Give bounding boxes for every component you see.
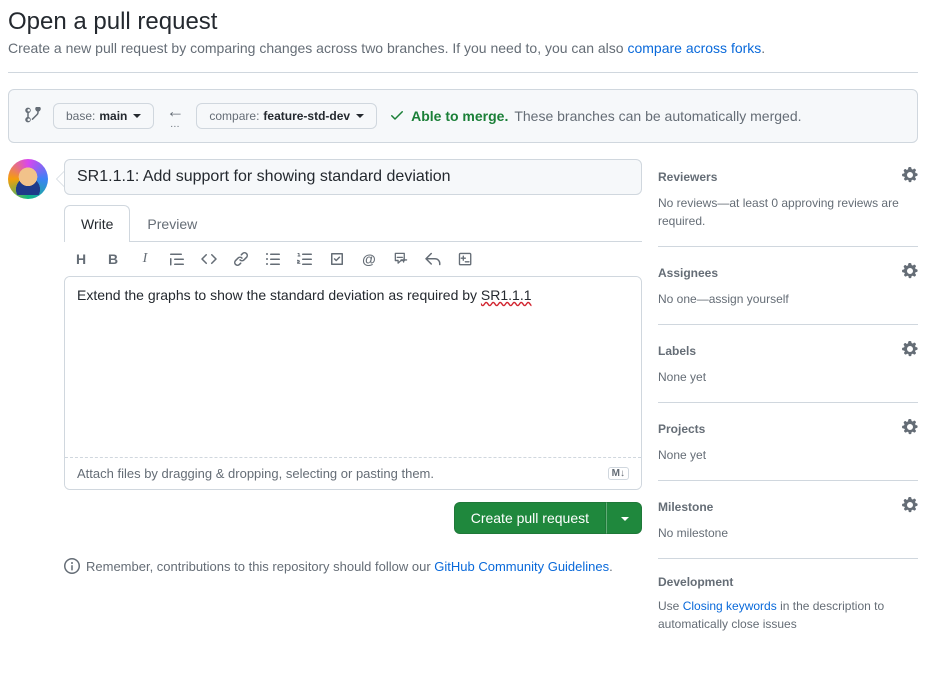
gear-icon[interactable] <box>902 419 918 438</box>
branch-compare-bar: base: main ←… compare: feature-std-dev A… <box>8 89 918 143</box>
closing-keywords-link[interactable]: Closing keywords <box>683 599 777 613</box>
git-compare-icon <box>25 107 41 126</box>
compare-label: compare: <box>209 109 259 123</box>
able-to-merge-label: Able to merge. <box>411 108 508 124</box>
divider <box>8 72 918 73</box>
subtitle-post: . <box>761 40 765 56</box>
base-label: base: <box>66 109 95 123</box>
labels-title: Labels <box>658 344 696 358</box>
milestone-title: Milestone <box>658 500 713 514</box>
merge-description: These branches can be automatically merg… <box>514 108 801 124</box>
assignees-pre: No one— <box>658 292 709 306</box>
gear-icon[interactable] <box>902 497 918 516</box>
reviewers-section: Reviewers No reviews—at least 0 approvin… <box>658 167 918 247</box>
reviewers-title: Reviewers <box>658 170 717 184</box>
base-branch-select[interactable]: base: main <box>53 103 154 129</box>
guidelines-link[interactable]: GitHub Community Guidelines <box>434 559 609 574</box>
pr-body-input[interactable]: Extend the graphs to show the standard d… <box>65 277 641 457</box>
gear-icon[interactable] <box>902 167 918 186</box>
footer-note: Remember, contributions to this reposito… <box>64 558 642 574</box>
milestone-text: No milestone <box>658 524 918 542</box>
labels-section: Labels None yet <box>658 341 918 403</box>
caret-down-icon <box>621 517 629 521</box>
caret-down-icon <box>356 114 364 118</box>
diff-icon[interactable] <box>456 250 474 268</box>
attach-hint: Attach files by dragging & dropping, sel… <box>77 466 434 481</box>
assignees-section: Assignees No one—assign yourself <box>658 263 918 325</box>
caret-down-icon <box>133 114 141 118</box>
footer-post: . <box>609 559 613 574</box>
assignees-text: No one—assign yourself <box>658 290 918 308</box>
compare-branch-select[interactable]: compare: feature-std-dev <box>196 103 377 129</box>
attach-bar[interactable]: Attach files by dragging & dropping, sel… <box>65 457 641 489</box>
development-title: Development <box>658 575 733 589</box>
dev-pre: Use <box>658 599 683 613</box>
compare-value: feature-std-dev <box>263 109 350 123</box>
task-list-icon[interactable] <box>328 250 346 268</box>
avatar <box>8 159 48 199</box>
reply-icon[interactable] <box>424 250 442 268</box>
form-actions: Create pull request <box>64 502 642 534</box>
mention-icon[interactable]: @ <box>360 250 378 268</box>
create-pr-button[interactable]: Create pull request <box>454 502 606 534</box>
gear-icon[interactable] <box>902 341 918 360</box>
body-text-error: SR1.1.1 <box>481 287 532 303</box>
compare-forks-link[interactable]: compare across forks <box>627 40 761 56</box>
milestone-section: Milestone No milestone <box>658 497 918 559</box>
projects-section: Projects None yet <box>658 419 918 481</box>
assignees-title: Assignees <box>658 266 718 280</box>
markdown-icon[interactable]: M↓ <box>608 467 629 480</box>
speech-caret <box>56 171 64 187</box>
projects-text: None yet <box>658 446 918 464</box>
formatting-toolbar: H B I @ <box>64 242 642 276</box>
check-icon <box>389 107 405 126</box>
page-title: Open a pull request <box>8 8 918 36</box>
sidebar: Reviewers No reviews—at least 0 approvin… <box>658 159 918 665</box>
quote-icon[interactable] <box>168 250 186 268</box>
create-pr-dropdown[interactable] <box>606 502 642 534</box>
development-section: Development Use Closing keywords in the … <box>658 575 918 649</box>
comment-box: Write Preview H B I @ <box>64 159 642 534</box>
footer-pre: Remember, contributions to this reposito… <box>86 559 434 574</box>
projects-title: Projects <box>658 422 705 436</box>
pr-title-input[interactable] <box>64 159 642 195</box>
merge-status: Able to merge. These branches can be aut… <box>389 107 801 126</box>
gear-icon[interactable] <box>902 263 918 282</box>
unordered-list-icon[interactable] <box>264 250 282 268</box>
body-text-pre: Extend the graphs to show the standard d… <box>77 287 481 303</box>
subtitle-text: Create a new pull request by comparing c… <box>8 40 627 56</box>
tab-preview[interactable]: Preview <box>130 205 214 242</box>
bold-icon[interactable]: B <box>104 250 122 268</box>
info-icon <box>64 558 80 574</box>
body-wrapper: Extend the graphs to show the standard d… <box>64 276 642 490</box>
italic-icon[interactable]: I <box>136 250 154 268</box>
page-subtitle: Create a new pull request by comparing c… <box>8 40 918 56</box>
link-icon[interactable] <box>232 250 250 268</box>
reviewers-text: No reviews—at least 0 approving reviews … <box>658 194 918 230</box>
development-text: Use Closing keywords in the description … <box>658 597 918 633</box>
arrow-left-icon: ←… <box>166 102 184 130</box>
heading-icon[interactable]: H <box>72 250 90 268</box>
cross-reference-icon[interactable] <box>392 250 410 268</box>
tab-write[interactable]: Write <box>64 205 130 242</box>
ordered-list-icon[interactable] <box>296 250 314 268</box>
assign-yourself-link[interactable]: assign yourself <box>709 292 789 306</box>
base-value: main <box>99 109 127 123</box>
labels-text: None yet <box>658 368 918 386</box>
code-icon[interactable] <box>200 250 218 268</box>
editor-tabs: Write Preview <box>64 205 642 242</box>
